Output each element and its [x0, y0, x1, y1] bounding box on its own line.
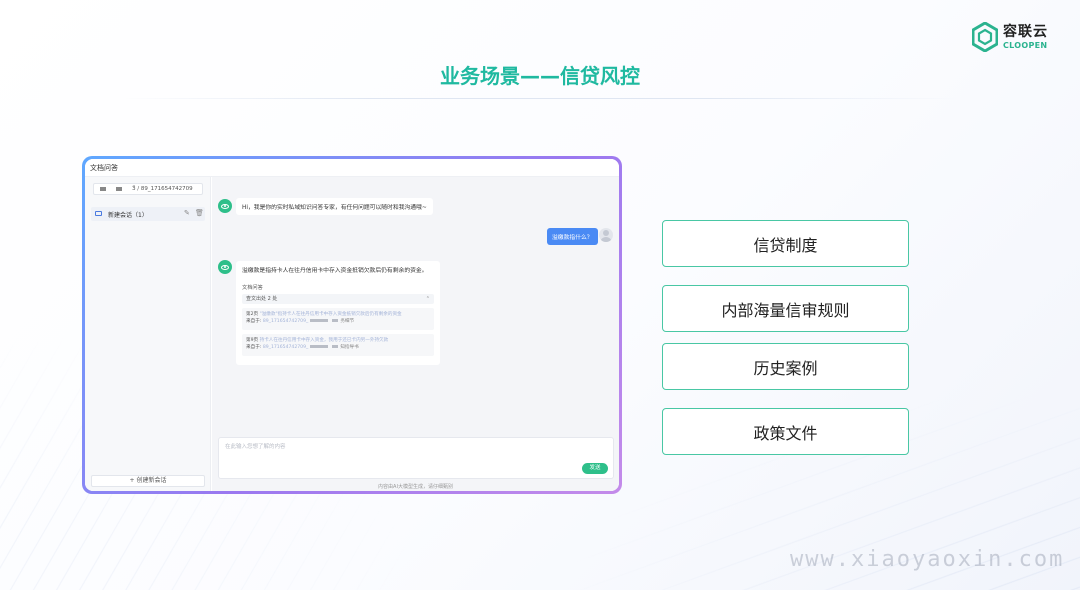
brand-logo: 容联云 CLOOPEN	[972, 22, 1048, 52]
masked-text	[310, 319, 329, 322]
source-item[interactable]: 第9页 持卡人在往丹信用卡中存入资金，我用于还已卡内另一外持欠款 来自于: 89…	[242, 334, 434, 356]
bot-greeting-message: Hi，我是你的实时私域知识问答专家，有任何问题可以随时和我沟通哦~	[236, 198, 433, 215]
source-from-label: 来自于:	[246, 319, 262, 324]
doc-qa-label: 文档问答	[242, 285, 263, 291]
masked-text	[332, 345, 339, 348]
message-input[interactable]	[219, 438, 613, 478]
knowledge-base-value: Ӟ / 89_171654742709	[132, 186, 193, 192]
feature-card-historical-cases: 历史案例	[662, 343, 909, 390]
bot-answer-message: 溢缴款是指持卡人在往丹信用卡中存入资金抵销欠款后仍有剩余的资金。 文档问答 查文…	[236, 261, 440, 365]
session-label: 新建会话（1）	[108, 212, 148, 219]
answer-text: 溢缴款是指持卡人在往丹信用卡中存入资金抵销欠款后仍有剩余的资金。	[242, 268, 428, 274]
trash-icon[interactable]: 🗑	[195, 209, 204, 217]
source-page: 第2页	[246, 312, 259, 317]
bot-avatar-icon	[218, 199, 232, 213]
masked-text	[116, 186, 122, 191]
source-file-suffix: 知指导书	[340, 345, 359, 350]
source-toggle[interactable]: 查文出处 2 处 ⌃	[242, 294, 434, 304]
chat-panel: Hi，我是你的实时私域知识问答专家，有任何问题可以随时和我沟通哦~ 溢缴款指什么…	[212, 177, 619, 491]
edit-icon[interactable]: ✎	[184, 209, 190, 217]
page-title: 业务场景——信贷风控	[440, 64, 640, 88]
app-topbar: 文档问答	[85, 159, 619, 177]
source-file: 89_171654742709_	[262, 345, 309, 350]
masked-text	[310, 345, 329, 348]
masked-text	[332, 319, 339, 322]
source-from-label: 来自于:	[246, 345, 262, 350]
logo-name-cn: 容联云	[1003, 23, 1048, 40]
source-file: 89_171654742709_	[262, 319, 309, 324]
source-snippet: 持卡人在往丹信用卡中存入资金，我用于还已卡内另一外持欠款	[259, 338, 389, 343]
masked-text	[100, 186, 106, 191]
title-divider	[120, 98, 960, 99]
watermark: www.xiaoyaoxin.com	[790, 547, 1065, 572]
logo-name-en: CLOOPEN	[1003, 40, 1048, 50]
chevron-up-icon: ⌃	[425, 296, 430, 302]
feature-card-credit-policy: 信贷制度	[662, 220, 909, 267]
source-page: 第9页	[246, 338, 259, 343]
bot-avatar-icon	[218, 260, 232, 274]
source-file-suffix: 务细节	[340, 319, 355, 324]
tab-document-qa[interactable]: 文档问答	[90, 163, 118, 173]
message-input-box: 发送	[218, 437, 614, 479]
send-button[interactable]: 发送	[582, 463, 608, 474]
hexagon-logo-icon	[972, 22, 998, 52]
session-item[interactable]: 新建会话（1） ✎ 🗑	[91, 207, 205, 221]
source-item[interactable]: 第2页 "溢缴款"指持卡人在往丹信用卡中存入资金抵销欠款后仍有剩余的资金 来自于…	[242, 308, 434, 330]
feature-card-policy-documents: 政策文件	[662, 408, 909, 455]
feature-card-review-rules: 内部海量信审规则	[662, 285, 909, 332]
sidebar: Ӟ / 89_171654742709 新建会话（1） ✎ 🗑 + 创建新会话	[85, 177, 211, 491]
knowledge-base-select[interactable]: Ӟ / 89_171654742709	[93, 183, 203, 195]
chat-session-icon	[95, 211, 102, 216]
user-avatar-icon	[599, 228, 613, 242]
source-snippet: "溢缴款"指持卡人在往丹信用卡中存入资金抵销欠款后仍有剩余的资金	[259, 312, 402, 317]
source-header-text: 查文出处 2 处	[246, 296, 278, 302]
ai-disclaimer: 内容由AI大模型生成，请仔细甄别	[378, 484, 453, 490]
app-window: 文档问答 Ӟ / 89_171654742709 新建会话（1） ✎ 🗑 + 创…	[85, 159, 619, 491]
user-message: 溢缴款指什么？	[547, 228, 598, 245]
new-session-button[interactable]: + 创建新会话	[91, 475, 205, 487]
app-screenshot-frame: 文档问答 Ӟ / 89_171654742709 新建会话（1） ✎ 🗑 + 创…	[82, 156, 622, 494]
